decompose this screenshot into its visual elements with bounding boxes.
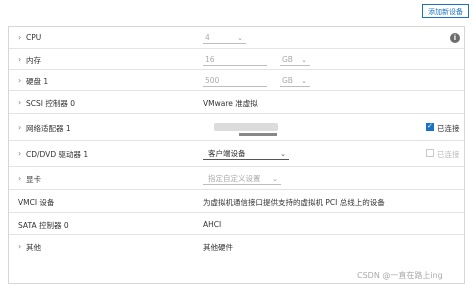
chevron-right-icon[interactable]: › [18, 33, 21, 42]
video-card-label: 显卡 [26, 175, 41, 184]
scsi-type-value: VMware 准虚拟 [203, 99, 258, 108]
cddvd-source-value: 客户端设备 [208, 149, 246, 158]
redacted-network-underline [239, 133, 277, 136]
add-new-device-button[interactable]: 添加新设备 [422, 4, 469, 18]
hardware-row-sata: SATA 控制器 0 AHCI [9, 213, 464, 235]
hardware-row-scsi: › SCSI 控制器 0 VMware 准虚拟 [9, 91, 464, 114]
hardware-row-video-card: › 显卡 指定自定义设置 ⌄ [9, 167, 464, 190]
chevron-right-icon[interactable]: › [18, 174, 21, 183]
hardware-row-network-adapter: › 网络适配器 1 已连接 [9, 114, 464, 141]
disk-unit-select[interactable]: GB ⌄ [280, 75, 310, 87]
cddvd-connected-checkbox[interactable] [426, 149, 434, 157]
chevron-down-icon: ⌄ [301, 56, 307, 64]
hardware-row-vmci: VMCI 设备 为虚拟机通信接口提供支持的虚拟机 PCI 总线上的设备 [9, 190, 464, 213]
top-toolbar: 添加新设备 [0, 0, 474, 24]
other-value: 其他硬件 [203, 243, 233, 252]
sata-type-value: AHCI [203, 220, 222, 229]
hardware-row-other: › 其他 其他硬件 [9, 235, 464, 259]
disk-label: 硬盘 1 [26, 77, 49, 86]
cpu-count-select[interactable]: 4 ⌄ [203, 32, 246, 44]
chevron-right-icon[interactable]: › [18, 98, 21, 107]
network-adapter-label: 网络适配器 1 [26, 124, 71, 133]
vmci-label: VMCI 设备 [18, 198, 55, 207]
video-card-settings-select[interactable]: 指定自定义设置 ⌄ [203, 173, 281, 185]
disk-unit-value: GB [282, 76, 293, 85]
virtual-hardware-panel: › CPU 4 ⌄ i › 内存 16 GB ⌄ › 硬盘 1 500 GB ⌄… [8, 26, 465, 284]
chevron-right-icon[interactable]: › [18, 55, 21, 64]
chevron-down-icon: ⌄ [280, 150, 286, 158]
chevron-down-icon: ⌄ [237, 34, 243, 42]
nic-connected-checkbox[interactable] [426, 122, 434, 131]
chevron-down-icon: ⌄ [301, 77, 307, 85]
cddvd-source-select[interactable]: 客户端设备 ⌄ [203, 148, 289, 160]
disk-size-input[interactable]: 500 [203, 75, 267, 87]
redacted-network-name [214, 123, 278, 131]
info-icon[interactable]: i [450, 33, 460, 43]
chevron-right-icon[interactable]: › [18, 242, 21, 251]
video-card-settings-value: 指定自定义设置 [208, 174, 261, 183]
cpu-label: CPU [26, 33, 42, 42]
vmci-description: 为虚拟机通信接口提供支持的虚拟机 PCI 总线上的设备 [203, 198, 385, 207]
hardware-row-disk: › 硬盘 1 500 GB ⌄ [9, 70, 464, 91]
sata-label: SATA 控制器 0 [18, 221, 69, 230]
hardware-row-memory: › 内存 16 GB ⌄ [9, 49, 464, 70]
memory-label: 内存 [26, 56, 41, 65]
memory-size-input[interactable]: 16 [203, 54, 267, 66]
chevron-right-icon[interactable]: › [18, 149, 21, 158]
chevron-right-icon[interactable]: › [18, 123, 21, 132]
cddvd-connected-label: 已连接 [437, 150, 460, 159]
cpu-count-value: 4 [205, 33, 210, 42]
memory-unit-select[interactable]: GB ⌄ [280, 54, 310, 66]
cddvd-label: CD/DVD 驱动器 1 [26, 150, 89, 159]
scsi-label: SCSI 控制器 0 [26, 99, 76, 108]
watermark: CSDN @一直在路上ing [357, 271, 443, 280]
nic-connected-label: 已连接 [437, 124, 460, 133]
hardware-row-cddvd: › CD/DVD 驱动器 1 客户端设备 ⌄ 已连接 [9, 141, 464, 167]
other-label: 其他 [26, 243, 41, 252]
chevron-down-icon: ⌄ [272, 175, 278, 183]
hardware-row-cpu: › CPU 4 ⌄ i [9, 27, 464, 49]
memory-unit-value: GB [282, 55, 293, 64]
chevron-right-icon[interactable]: › [18, 76, 21, 85]
